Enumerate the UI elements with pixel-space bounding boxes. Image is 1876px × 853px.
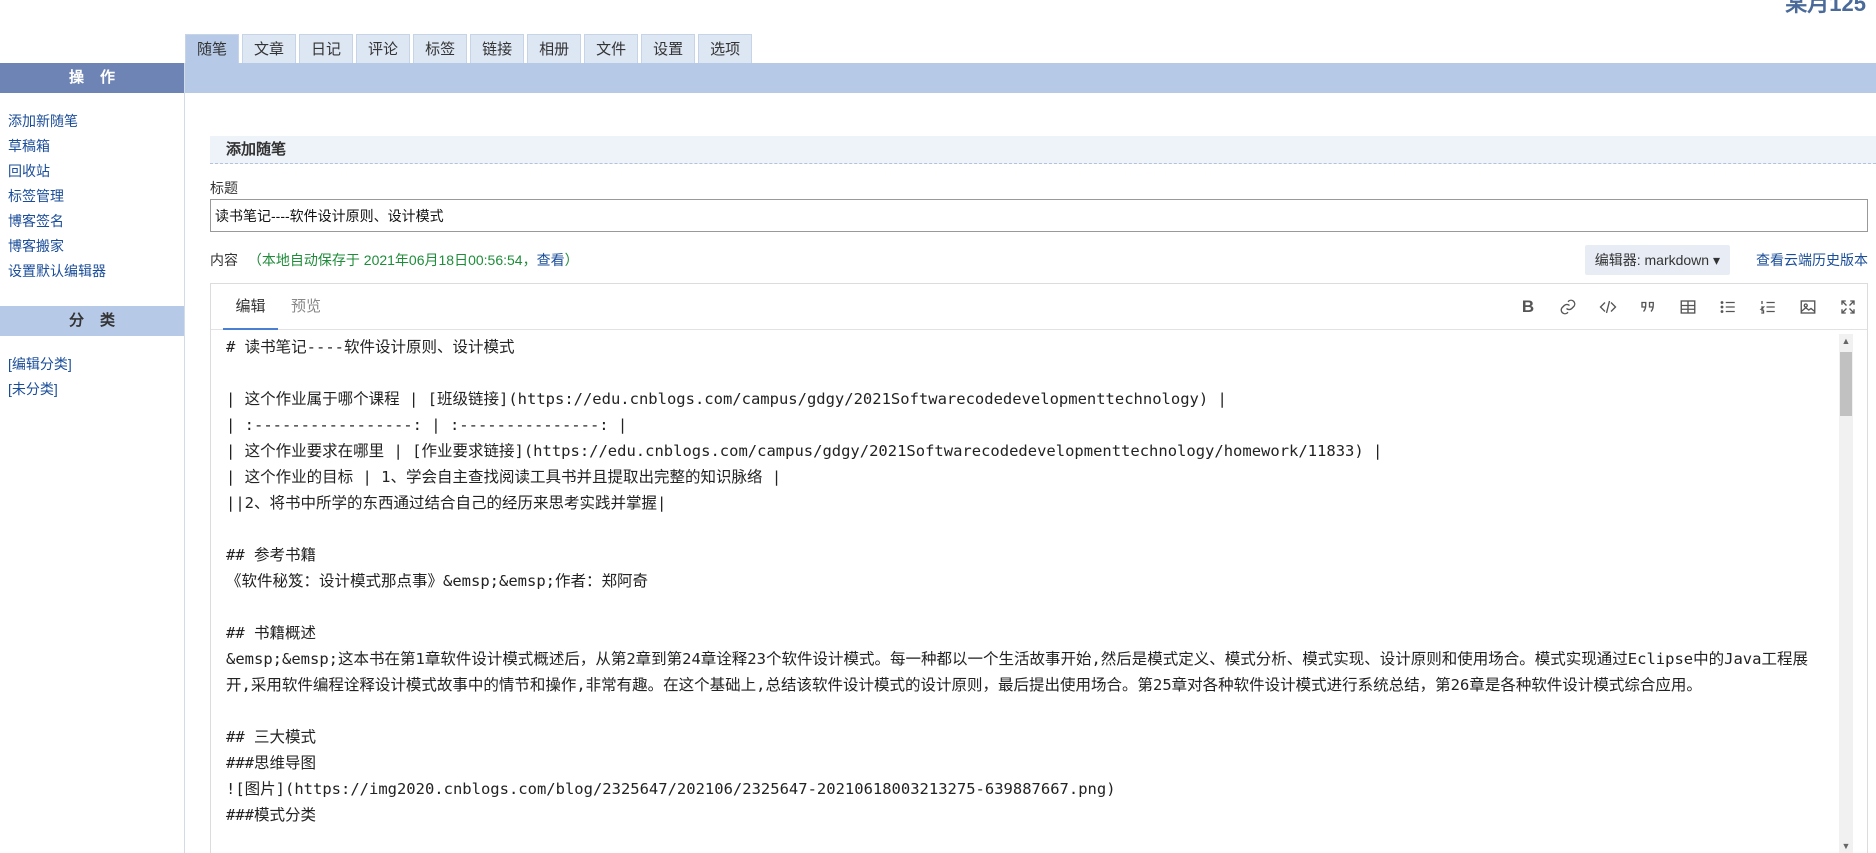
content-header: 内容 （本地自动保存于 2021年06月18日00:56:54，查看） 编辑器:… bbox=[210, 245, 1868, 275]
editor-type-dropdown[interactable]: 编辑器: markdown ▾ bbox=[1584, 245, 1730, 275]
tab-links[interactable]: 链接 bbox=[470, 34, 525, 64]
editor-line[interactable]: ###模式分类 bbox=[226, 802, 1827, 828]
tab-tags[interactable]: 标签 bbox=[413, 34, 468, 64]
title-input[interactable] bbox=[210, 199, 1868, 232]
autosave-text: （本地自动保存于 2021年06月18日00:56:54， bbox=[247, 252, 537, 268]
editor-line[interactable]: | :-----------------: | :---------------… bbox=[226, 412, 1827, 438]
editor-textarea[interactable]: # 读书笔记----软件设计原则、设计模式 | 这个作业属于哪个课程 | [班级链… bbox=[226, 334, 1827, 853]
editor-line[interactable]: ## 参考书籍 bbox=[226, 542, 1827, 568]
tab-essays[interactable]: 随笔 bbox=[185, 34, 240, 64]
autosave-view-link[interactable]: 查看 bbox=[537, 252, 565, 268]
editor-line[interactable]: ## 书籍概述 bbox=[226, 620, 1827, 646]
section-title: 添加随笔 bbox=[210, 136, 1876, 164]
tab-preview[interactable]: 预览 bbox=[291, 284, 321, 330]
format-tools: B bbox=[1515, 284, 1861, 330]
sidebar-item-blog-signature[interactable]: 博客签名 bbox=[8, 209, 184, 234]
sidebar-item-recycle-bin[interactable]: 回收站 bbox=[8, 159, 184, 184]
content-label: 内容 bbox=[210, 252, 238, 268]
top-tab-bar: 随笔 文章 日记 评论 标签 链接 相册 文件 设置 选项 bbox=[185, 34, 753, 64]
editor-line[interactable]: ![图片](https://img2020.cnblogs.com/blog/2… bbox=[226, 776, 1827, 802]
sidebar-item-blog-migrate[interactable]: 博客搬家 bbox=[8, 234, 184, 259]
autosave-close: ） bbox=[564, 252, 579, 268]
editor-line[interactable]: | 这个作业要求在哪里 | [作业要求链接](https://edu.cnblo… bbox=[226, 438, 1827, 464]
header-bar bbox=[185, 63, 1876, 93]
sidebar-item-add-essay[interactable]: 添加新随笔 bbox=[8, 109, 184, 134]
scroll-thumb[interactable] bbox=[1840, 352, 1852, 416]
markdown-editor: 编辑 预览 B # 读书笔记----软件设计原则、设计模式 | 这个作业属于哪个课… bbox=[210, 283, 1868, 853]
editor-line[interactable] bbox=[226, 698, 1827, 724]
ordered-list-icon[interactable] bbox=[1755, 294, 1781, 320]
bullet-list-icon[interactable] bbox=[1715, 294, 1741, 320]
scroll-up-arrow-icon[interactable]: ▲ bbox=[1839, 334, 1853, 348]
editor-line[interactable] bbox=[226, 594, 1827, 620]
bold-icon[interactable]: B bbox=[1515, 294, 1541, 320]
editor-line[interactable]: | 这个作业的目标 | 1、学会自主查找阅读工具书并且提取出完整的知识脉络 | bbox=[226, 464, 1827, 490]
tab-edit[interactable]: 编辑 bbox=[223, 284, 278, 330]
image-icon[interactable] bbox=[1795, 294, 1821, 320]
sidebar-item-default-editor[interactable]: 设置默认编辑器 bbox=[8, 259, 184, 284]
user-name-fragment[interactable]: 某月125 bbox=[1785, 0, 1866, 18]
editor-scrollbar[interactable]: ▲ ▼ bbox=[1839, 334, 1853, 853]
title-label: 标题 bbox=[210, 180, 238, 196]
editor-line[interactable]: ||2、将书中所学的东西通过结合自己的经历来思考实践并掌握| bbox=[226, 490, 1827, 516]
autosave-status: （本地自动保存于 2021年06月18日00:56:54，查看） bbox=[248, 252, 579, 268]
tab-articles[interactable]: 文章 bbox=[242, 34, 297, 64]
editor-line[interactable] bbox=[226, 360, 1827, 386]
editor-line[interactable]: # 读书笔记----软件设计原则、设计模式 bbox=[226, 334, 1827, 360]
editor-line[interactable]: ## 三大模式 bbox=[226, 724, 1827, 750]
main-panel: 添加随笔 标题 内容 （本地自动保存于 2021年06月18日00:56:54，… bbox=[210, 93, 1876, 853]
sidebar-item-edit-category[interactable]: [编辑分类] bbox=[8, 352, 184, 377]
scroll-down-arrow-icon[interactable]: ▼ bbox=[1839, 839, 1853, 853]
sidebar-category-list: [编辑分类] [未分类] bbox=[0, 336, 184, 402]
editor-line[interactable]: ###思维导图 bbox=[226, 750, 1827, 776]
fullscreen-icon[interactable] bbox=[1835, 294, 1861, 320]
tab-diary[interactable]: 日记 bbox=[299, 34, 354, 64]
sidebar-ops-list: 添加新随笔 草稿箱 回收站 标签管理 博客签名 博客搬家 设置默认编辑器 bbox=[0, 93, 184, 284]
sidebar-category-heading: 分类 bbox=[0, 306, 184, 336]
cloud-history-link[interactable]: 查看云端历史版本 bbox=[1756, 245, 1868, 275]
table-icon[interactable] bbox=[1675, 294, 1701, 320]
editor-line[interactable]: 《软件秘笈：设计模式那点事》&emsp;&emsp;作者：郑阿奇 bbox=[226, 568, 1827, 594]
editor-toolbar: 编辑 预览 B bbox=[211, 284, 1867, 330]
sidebar-ops-heading: 操作 bbox=[0, 63, 184, 93]
editor-line[interactable]: | 这个作业属于哪个课程 | [班级链接](https://edu.cnblog… bbox=[226, 386, 1827, 412]
quote-icon[interactable] bbox=[1635, 294, 1661, 320]
tab-options[interactable]: 选项 bbox=[698, 34, 753, 64]
sidebar: 操作 添加新随笔 草稿箱 回收站 标签管理 博客签名 博客搬家 设置默认编辑器 … bbox=[0, 63, 185, 853]
code-icon[interactable] bbox=[1595, 294, 1621, 320]
editor-line[interactable]: &emsp;&emsp;这本书在第1章软件设计模式概述后，从第2章到第24章诠释… bbox=[226, 646, 1827, 698]
tab-files[interactable]: 文件 bbox=[584, 34, 639, 64]
tab-settings[interactable]: 设置 bbox=[641, 34, 696, 64]
sidebar-item-uncategorized[interactable]: [未分类] bbox=[8, 377, 184, 402]
tab-comments[interactable]: 评论 bbox=[356, 34, 411, 64]
tab-albums[interactable]: 相册 bbox=[527, 34, 582, 64]
editor-body[interactable]: # 读书笔记----软件设计原则、设计模式 | 这个作业属于哪个课程 | [班级链… bbox=[211, 330, 1867, 853]
link-icon[interactable] bbox=[1555, 294, 1581, 320]
sidebar-item-drafts[interactable]: 草稿箱 bbox=[8, 134, 184, 159]
editor-line[interactable] bbox=[226, 516, 1827, 542]
sidebar-item-tag-manage[interactable]: 标签管理 bbox=[8, 184, 184, 209]
